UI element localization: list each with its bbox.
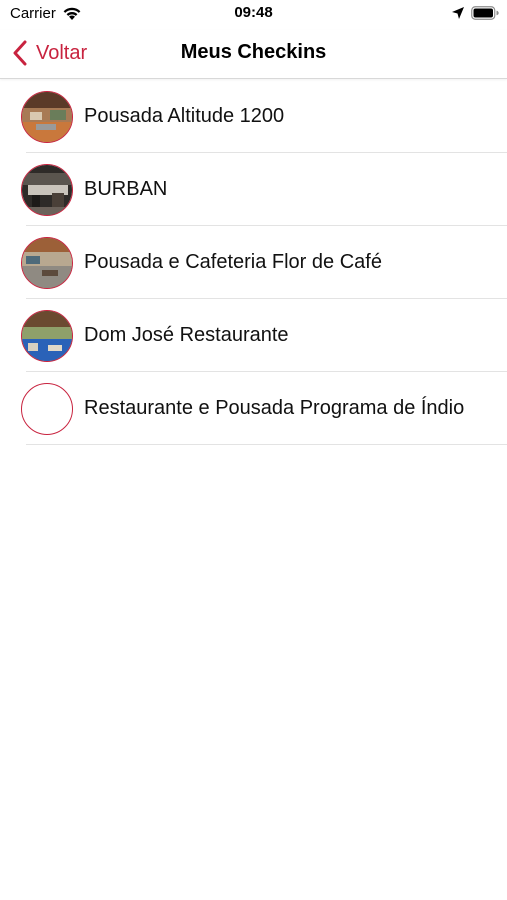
list-item[interactable]: Dom José Restaurante <box>0 299 507 372</box>
back-label: Voltar <box>36 41 88 64</box>
back-button[interactable]: Voltar <box>12 38 87 68</box>
navigation-bar: Voltar Meus Checkins <box>0 30 507 79</box>
avatar <box>21 90 73 143</box>
avatar <box>21 163 73 216</box>
list-item-label: BURBAN <box>84 178 168 200</box>
avatar <box>21 236 73 289</box>
venue-photo <box>22 237 72 288</box>
list-item[interactable]: Pousada e Cafeteria Flor de Café <box>0 226 507 299</box>
battery-icon <box>471 6 499 20</box>
status-time: 09:48 <box>234 4 273 21</box>
avatar <box>21 309 73 362</box>
list-item-label: Pousada Altitude 1200 <box>84 105 285 127</box>
location-arrow-icon <box>451 6 465 20</box>
list-item-label: Pousada e Cafeteria Flor de Café <box>84 251 382 273</box>
checkins-list: Pousada Altitude 1200 BURBAN Pousada e C… <box>0 80 507 445</box>
list-item-label: Restaurante e Pousada Programa de Índio <box>84 397 465 419</box>
avatar-placeholder <box>21 382 73 435</box>
venue-photo <box>22 164 72 215</box>
list-item-label: Dom José Restaurante <box>84 324 289 346</box>
status-bar: Carrier 09:48 <box>0 0 507 30</box>
chevron-left-icon <box>12 40 28 66</box>
list-item[interactable]: Pousada Altitude 1200 <box>0 80 507 153</box>
venue-photo <box>22 91 72 142</box>
venue-photo <box>22 310 72 361</box>
list-item[interactable]: Restaurante e Pousada Programa de Índio <box>0 372 507 445</box>
list-item[interactable]: BURBAN <box>0 153 507 226</box>
